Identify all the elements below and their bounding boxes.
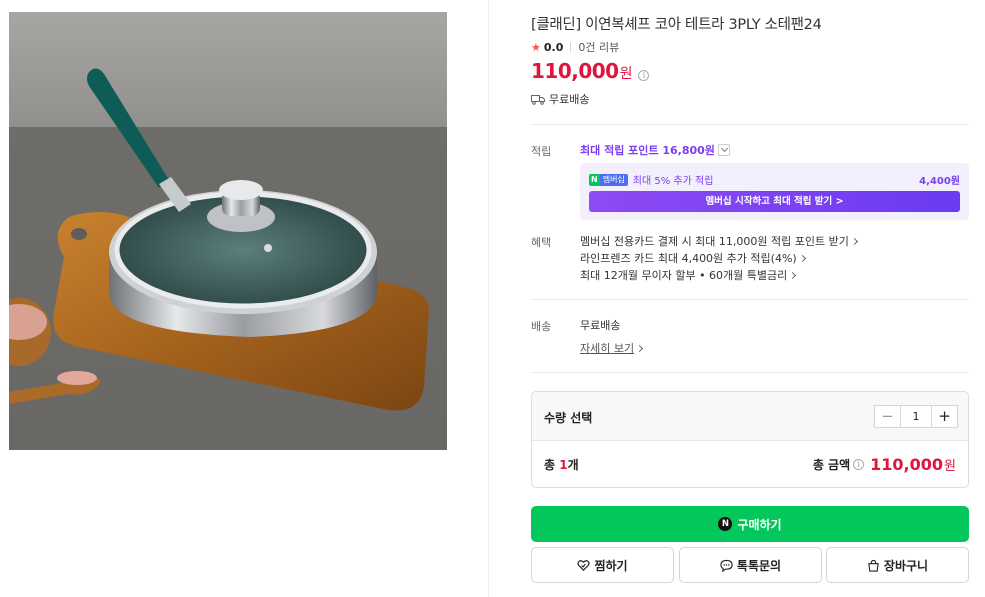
decrease-button[interactable]: − <box>875 406 900 427</box>
chat-bubble-icon <box>720 559 733 572</box>
quantity-box: 수량 선택 − 1 + 총 1개 총 금액 i 110,000 원 <box>531 391 969 488</box>
divider <box>531 299 969 300</box>
benefit-item[interactable]: 라인프렌즈 카드 최대 4,400원 추가 적립(4%) <box>580 250 806 266</box>
wishlist-button[interactable]: 찜하기 <box>531 547 674 583</box>
delivery-value: 무료배송 <box>580 319 621 332</box>
naver-plus-badge-icon: N 멤버십 <box>589 173 628 186</box>
quantity-input[interactable]: 1 <box>900 406 932 427</box>
total-row: 총 1개 총 금액 i 110,000 원 <box>544 455 956 474</box>
price-value: 110,000 <box>531 59 619 83</box>
buy-button-label: 구매하기 <box>737 517 782 532</box>
membership-extra-text: 최대 5% 추가 적립 <box>632 176 714 187</box>
price-currency: 원 <box>619 66 633 82</box>
membership-amount: 4,400원 <box>919 176 960 187</box>
product-image <box>9 12 447 450</box>
divider <box>531 124 969 125</box>
total-price: 110,000 <box>870 455 944 474</box>
benefits-label: 혜택 <box>531 236 552 249</box>
total-amount: 총 금액 i 110,000 원 <box>813 455 956 474</box>
delivery-label: 배송 <box>531 320 552 333</box>
rating-separator <box>570 42 572 52</box>
product-title: [클래딘] 이연복셰프 코아 테트라 3PLY 소테팬24 <box>531 17 822 33</box>
rating-score: 0.0 <box>543 40 564 54</box>
increase-button[interactable]: + <box>932 406 957 427</box>
points-label: 적립 <box>531 145 552 158</box>
talk-inquiry-label: 톡톡문의 <box>736 558 782 573</box>
price-row: 110,000 원 i <box>531 59 650 83</box>
chevron-right-icon <box>636 344 644 353</box>
membership-start-button[interactable]: 멤버십 시작하고 최대 적립 받기 > <box>589 191 960 212</box>
truck-icon <box>531 94 545 105</box>
shipping-badge: 무료배송 <box>531 91 589 107</box>
star-icon: ★ <box>531 40 541 54</box>
cart-button[interactable]: 장바구니 <box>826 547 969 583</box>
info-circle-icon[interactable]: i <box>638 70 650 81</box>
quantity-header: 수량 선택 − 1 + <box>532 392 968 441</box>
buy-button[interactable]: N 구매하기 <box>531 506 969 542</box>
heart-icon <box>577 559 591 571</box>
max-points-link[interactable]: 최대 적립 포인트 16,800원 <box>580 142 730 158</box>
total-count: 총 1개 <box>544 458 579 472</box>
cart-label: 장바구니 <box>883 558 929 573</box>
quantity-label: 수량 선택 <box>544 411 593 425</box>
total-amount-label: 총 금액 <box>812 458 851 472</box>
product-info-panel: [클래딘] 이연복셰프 코아 테트라 3PLY 소테팬24 ★ 0.0 0건 리… <box>531 0 969 597</box>
talk-inquiry-button[interactable]: 톡톡문의 <box>679 547 822 583</box>
chevron-right-icon <box>798 254 806 263</box>
review-count[interactable]: 0건 리뷰 <box>578 39 619 55</box>
delivery-detail-link[interactable]: 자세히 보기 <box>580 340 644 356</box>
membership-box: N 멤버십 최대 5% 추가 적립 4,400원 멤버십 시작하고 최대 적립 … <box>580 163 969 220</box>
max-points-text: 최대 적립 포인트 16,800원 <box>580 144 715 157</box>
chevron-right-icon <box>850 237 858 246</box>
quantity-stepper: − 1 + <box>874 405 958 428</box>
shopping-bag-icon <box>868 559 879 572</box>
benefit-item[interactable]: 최대 12개월 무이자 할부 • 60개월 특별금리 <box>580 267 797 283</box>
membership-row: N 멤버십 최대 5% 추가 적립 4,400원 <box>589 172 960 187</box>
naver-n-icon: N <box>718 517 733 531</box>
benefit-item[interactable]: 멤버십 전용카드 결제 시 최대 11,000원 적립 포인트 받기 <box>580 233 858 249</box>
chevron-right-icon <box>789 271 797 280</box>
shipping-badge-text: 무료배송 <box>549 93 590 106</box>
wishlist-label: 찜하기 <box>594 558 628 573</box>
divider <box>531 372 969 373</box>
total-currency: 원 <box>944 459 956 474</box>
chevron-down-icon <box>717 144 730 156</box>
panel-divider <box>488 0 489 597</box>
rating-row[interactable]: ★ 0.0 0건 리뷰 <box>531 39 619 55</box>
info-circle-icon[interactable]: i <box>853 459 865 470</box>
